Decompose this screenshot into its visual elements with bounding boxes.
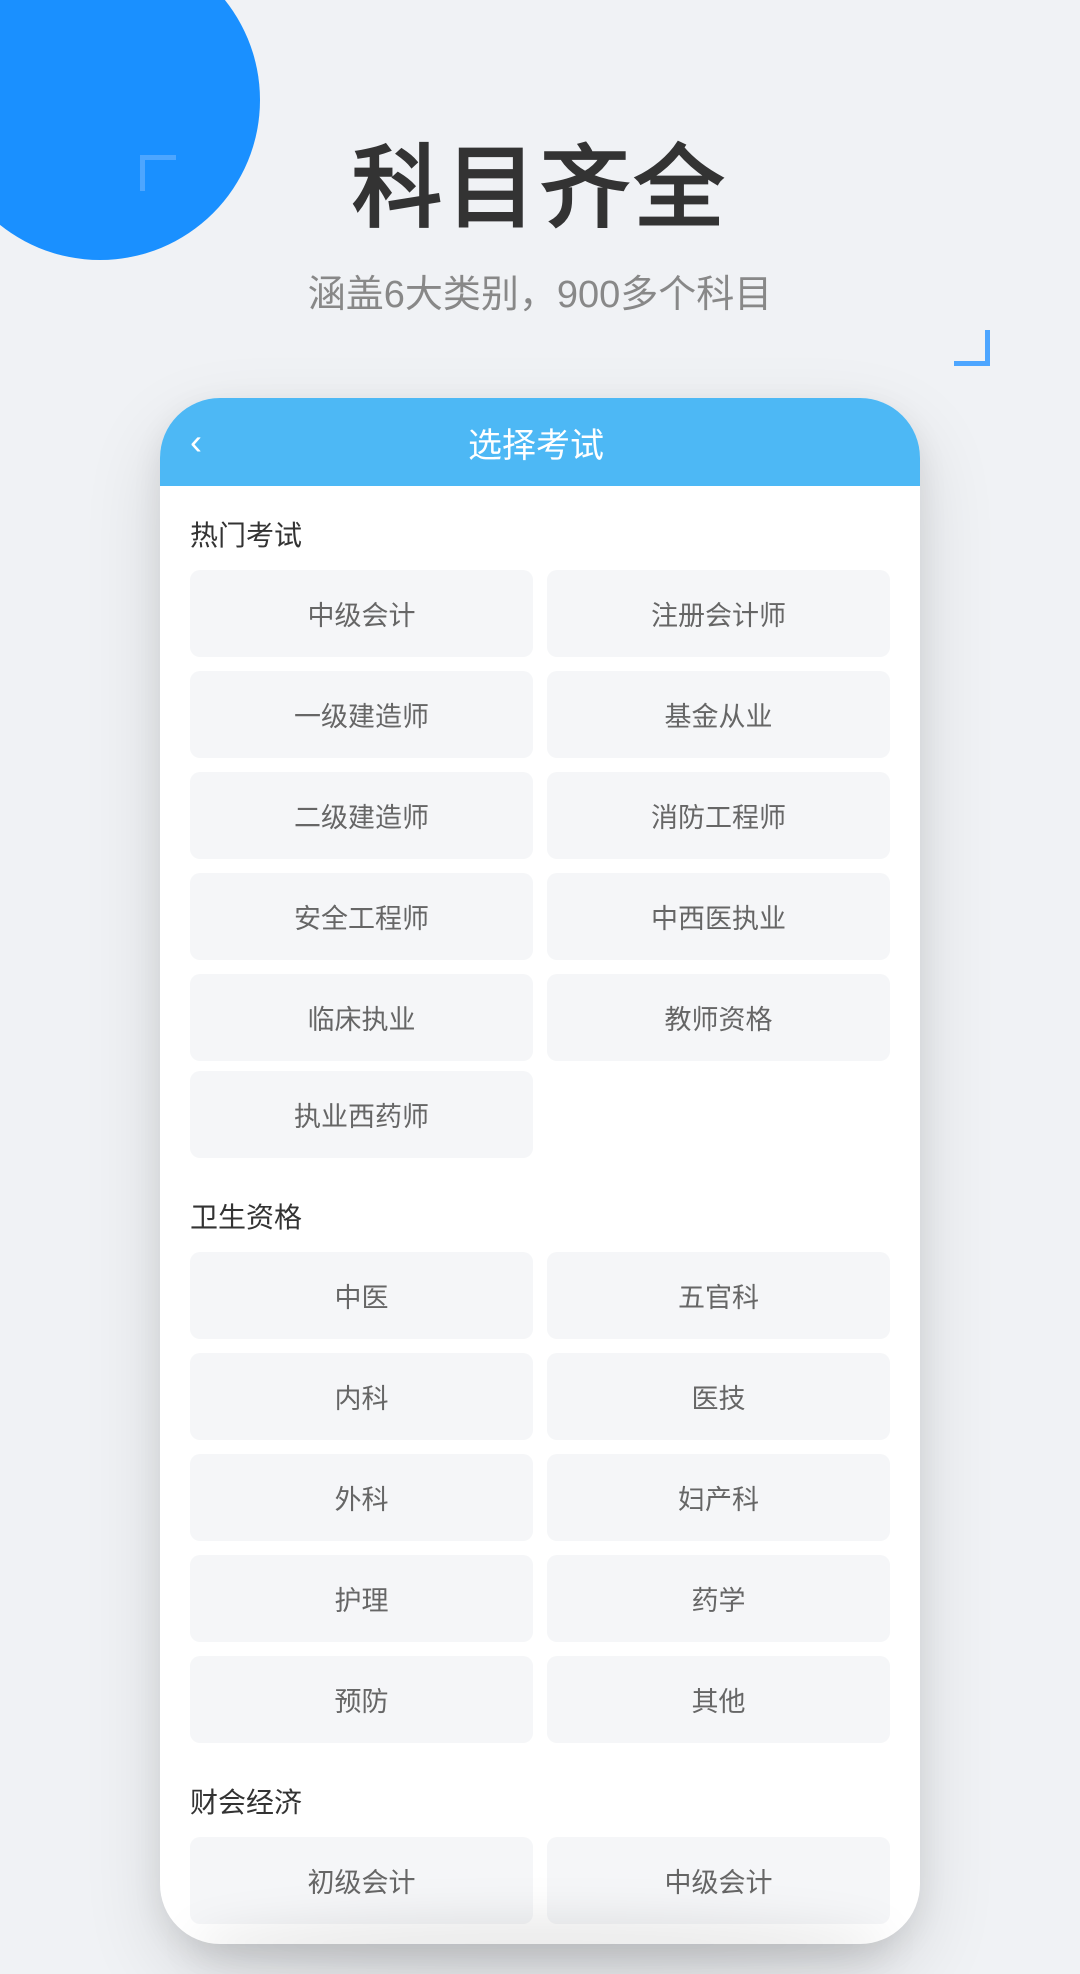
bracket-top-left [140,155,176,191]
item-qita[interactable]: 其他 [547,1656,890,1743]
item-zhongxiyizhiye[interactable]: 中西医执业 [547,873,890,960]
phone-shadow [190,1914,890,1974]
item-chujikuaiji[interactable]: 初级会计 [190,1837,533,1924]
item-yijiejianzhushi[interactable]: 一级建造师 [190,671,533,758]
item-neike[interactable]: 内科 [190,1353,533,1440]
health-grid: 中医 五官科 内科 医技 外科 妇产科 护理 药学 预防 其他 [160,1252,920,1753]
item-jiaoshizige[interactable]: 教师资格 [547,974,890,1061]
item-zhongjikuaiji[interactable]: 中级会计 [190,570,533,657]
back-button[interactable]: ‹ [190,421,202,463]
item-zhiyexiyaoshi[interactable]: 执业西药师 [190,1071,533,1158]
item-huli[interactable]: 护理 [190,1555,533,1642]
item-linchуangzhiye[interactable]: 临床执业 [190,974,533,1061]
phone-mockup: ‹ 选择考试 热门考试 中级会计 注册会计师 一级建造师 基金从业 二级建造师 … [160,398,920,1944]
section-hot-label: 热门考试 [160,486,920,570]
item-yaoxue[interactable]: 药学 [547,1555,890,1642]
sub-title: 涵盖6大类别，900多个科目 [0,263,1080,318]
item-zhongyi[interactable]: 中医 [190,1252,533,1339]
hot-grid: 中级会计 注册会计师 一级建造师 基金从业 二级建造师 消防工程师 安全工程师 … [160,570,920,1071]
item-wuguanke[interactable]: 五官科 [547,1252,890,1339]
item-zhongjikuaiji2[interactable]: 中级会计 [547,1837,890,1924]
section-health-label: 卫生资格 [160,1168,920,1252]
item-xiaofanggongchengshi[interactable]: 消防工程师 [547,772,890,859]
item-anquangongchengshi[interactable]: 安全工程师 [190,873,533,960]
item-erjiejianzhushi[interactable]: 二级建造师 [190,772,533,859]
item-yiji[interactable]: 医技 [547,1353,890,1440]
item-fuchanke[interactable]: 妇产科 [547,1454,890,1541]
header-title: 选择考试 [222,418,850,467]
item-waike[interactable]: 外科 [190,1454,533,1541]
item-zhucekuaijishi[interactable]: 注册会计师 [547,570,890,657]
bracket-bottom-right [954,330,990,366]
hot-single-row: 执业西药师 [160,1071,920,1168]
item-jijincongye[interactable]: 基金从业 [547,671,890,758]
phone-container: ‹ 选择考试 热门考试 中级会计 注册会计师 一级建造师 基金从业 二级建造师 … [110,398,970,1944]
section-finance-label: 财会经济 [160,1753,920,1837]
item-yufang[interactable]: 预防 [190,1656,533,1743]
app-header: ‹ 选择考试 [160,398,920,486]
